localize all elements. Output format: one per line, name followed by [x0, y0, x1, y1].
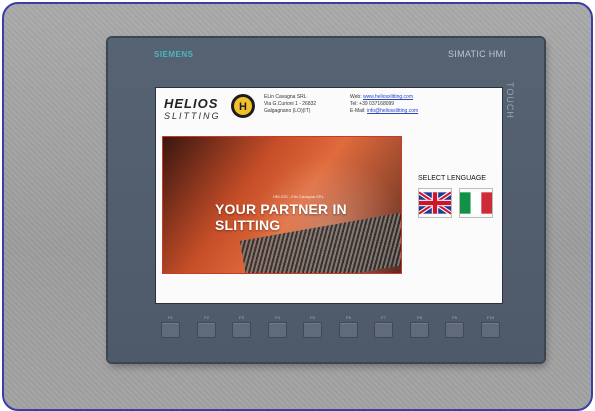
function-key-f9[interactable]: F9 [445, 315, 464, 338]
function-key-f8[interactable]: F8 [410, 315, 429, 338]
hmi-screen: HELIOS SLITTING H ELin Cavagna SRL Via G… [155, 87, 503, 304]
function-key-f10[interactable]: F10 [481, 315, 500, 338]
helios-badge-icon: H [234, 97, 252, 115]
function-key-f1[interactable]: F1 [161, 315, 180, 338]
function-key-f6[interactable]: F6 [339, 315, 358, 338]
company-address: Via G.Curioni 1 - 26832 [264, 101, 317, 107]
tel-label: Tel: [350, 101, 358, 107]
italy-flag-icon [460, 192, 492, 214]
contact-info: Web: www.heliosslitting.com Tel: +39 037… [350, 94, 418, 115]
italian-language-button[interactable] [459, 188, 493, 218]
web-label: Web: [350, 94, 362, 100]
panel-frame: SIEMENS SIMATIC HMI TOUCH HELIOS SLITTIN… [2, 2, 593, 411]
email-label: E-Mail: [350, 108, 366, 114]
function-key-f5[interactable]: F5 [303, 315, 322, 338]
model-label: SIMATIC HMI [448, 49, 507, 59]
brand-label: SIEMENS [154, 50, 194, 59]
hero-image: HELIOS - Elin Cavagna SRL YOUR PARTNER I… [162, 136, 402, 274]
function-key-f3[interactable]: F3 [232, 315, 251, 338]
helios-logo: HELIOS SLITTING [164, 96, 228, 122]
function-key-f4[interactable]: F4 [268, 315, 287, 338]
company-info: ELin Cavagna SRL Via G.Curioni 1 - 26832… [264, 94, 316, 115]
function-key-f2[interactable]: F2 [197, 315, 216, 338]
hero-small-text: HELIOS - Elin Cavagna SRL [273, 194, 324, 199]
logo-top-text: HELIOS [164, 96, 219, 111]
touch-label: TOUCH [505, 82, 515, 119]
company-name: ELin Cavagna SRL [264, 94, 307, 100]
contact-web: Web: www.heliosslitting.com [350, 94, 418, 101]
english-language-button[interactable] [418, 188, 452, 218]
tel-value: +39 037168099 [359, 101, 395, 107]
logo-bottom-text: SLITTING [164, 111, 221, 121]
contact-tel: Tel: +39 037168099 [350, 101, 418, 108]
uk-flag-icon [419, 190, 451, 216]
web-link[interactable]: www.heliosslitting.com [363, 94, 413, 100]
function-key-f7[interactable]: F7 [374, 315, 393, 338]
logo-badge: H [231, 94, 255, 118]
email-link[interactable]: info@heliosslitting.com [367, 108, 418, 114]
company-city: Galgagnano (LO)(IT) [264, 108, 311, 114]
language-title: SELECT LENGUAGE [418, 175, 486, 182]
hmi-bezel: SIEMENS SIMATIC HMI TOUCH HELIOS SLITTIN… [108, 38, 544, 362]
contact-email: E-Mail: info@heliosslitting.com [350, 108, 418, 115]
hero-title: YOUR PARTNER IN SLITTING [215, 201, 347, 233]
function-keys: F1 F2 F3 F4 F5 F6 F7 F8 F9 F10 [108, 315, 544, 343]
svg-text:H: H [239, 101, 247, 113]
